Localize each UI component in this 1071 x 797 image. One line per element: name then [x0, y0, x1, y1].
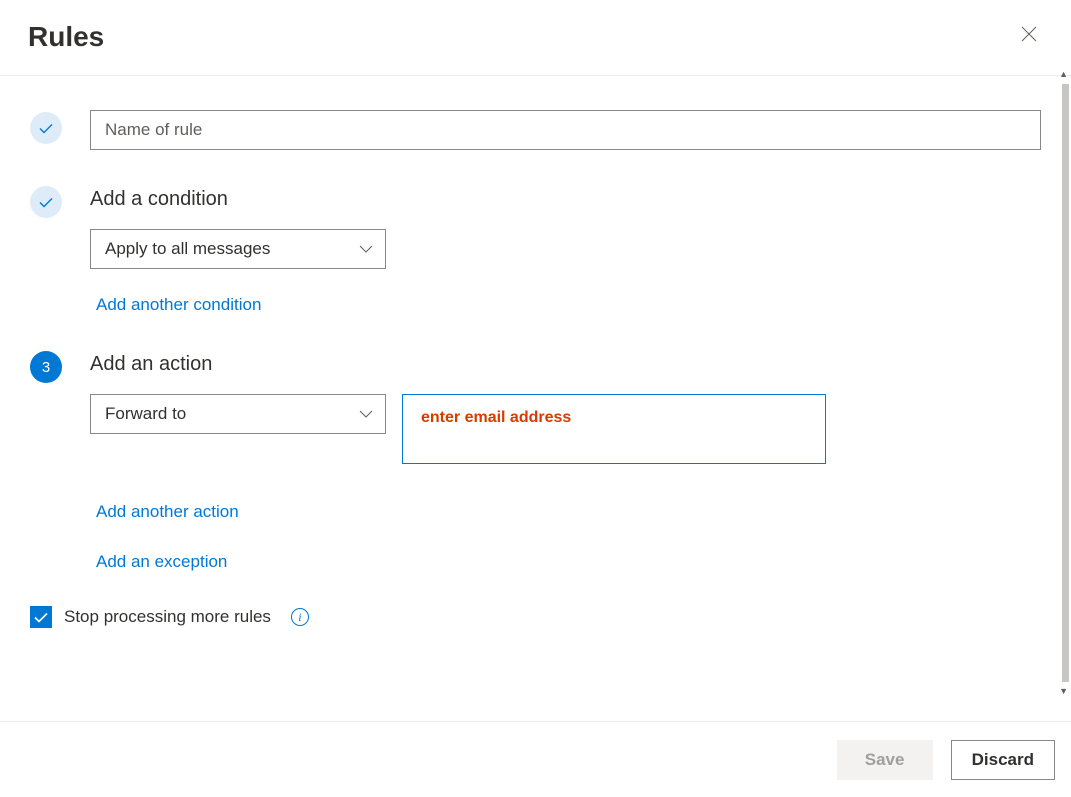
step-action-row: 3 Add an action Forward to enter email a… [30, 349, 1041, 572]
checkmark-icon [39, 123, 53, 134]
step-name-row [30, 110, 1041, 150]
step-condition-row: Add a condition Apply to all messages Ad… [30, 184, 1041, 315]
info-icon[interactable]: i [291, 608, 309, 626]
action-controls: Forward to enter email address [90, 394, 1041, 464]
chevron-down-icon [359, 410, 373, 418]
add-exception-link[interactable]: Add an exception [96, 552, 1041, 572]
add-condition-link[interactable]: Add another condition [96, 295, 1041, 315]
dialog-content: Add a condition Apply to all messages Ad… [0, 76, 1071, 719]
stop-processing-row: Stop processing more rules i [30, 606, 1041, 628]
close-icon [1021, 26, 1037, 42]
page-title: Rules [28, 21, 104, 53]
add-action-link[interactable]: Add another action [96, 502, 1041, 522]
step1-badge [30, 112, 62, 144]
action-dropdown-value: Forward to [105, 404, 186, 424]
condition-dropdown[interactable]: Apply to all messages [90, 229, 386, 269]
email-annotation-text: enter email address [421, 409, 571, 426]
stop-processing-label: Stop processing more rules [64, 607, 271, 627]
forward-to-email-input[interactable]: enter email address [402, 394, 826, 464]
chevron-down-icon [359, 245, 373, 253]
dialog-header: Rules [0, 0, 1071, 76]
condition-title: Add a condition [90, 188, 1041, 211]
stop-processing-checkbox[interactable] [30, 606, 52, 628]
scroll-down-arrow[interactable]: ▼ [1059, 687, 1068, 696]
action-dropdown[interactable]: Forward to [90, 394, 386, 434]
condition-dropdown-value: Apply to all messages [105, 239, 270, 259]
dialog-footer: Save Discard [0, 721, 1071, 797]
step2-badge [30, 186, 62, 218]
save-button[interactable]: Save [837, 740, 933, 780]
step2-body: Add a condition Apply to all messages Ad… [90, 184, 1041, 315]
step1-body [90, 110, 1041, 150]
checkmark-icon [34, 612, 48, 623]
scroll-up-arrow[interactable]: ▲ [1059, 70, 1068, 79]
discard-button[interactable]: Discard [951, 740, 1055, 780]
checkmark-icon [39, 197, 53, 208]
scrollbar[interactable]: ▲ ▼ [1059, 78, 1069, 688]
close-button[interactable] [1015, 20, 1043, 53]
action-title: Add an action [90, 353, 1041, 376]
scrollbar-thumb[interactable] [1062, 84, 1069, 682]
rule-name-input[interactable] [90, 110, 1041, 150]
step3-body: Add an action Forward to enter email add… [90, 349, 1041, 572]
step3-badge: 3 [30, 351, 62, 383]
